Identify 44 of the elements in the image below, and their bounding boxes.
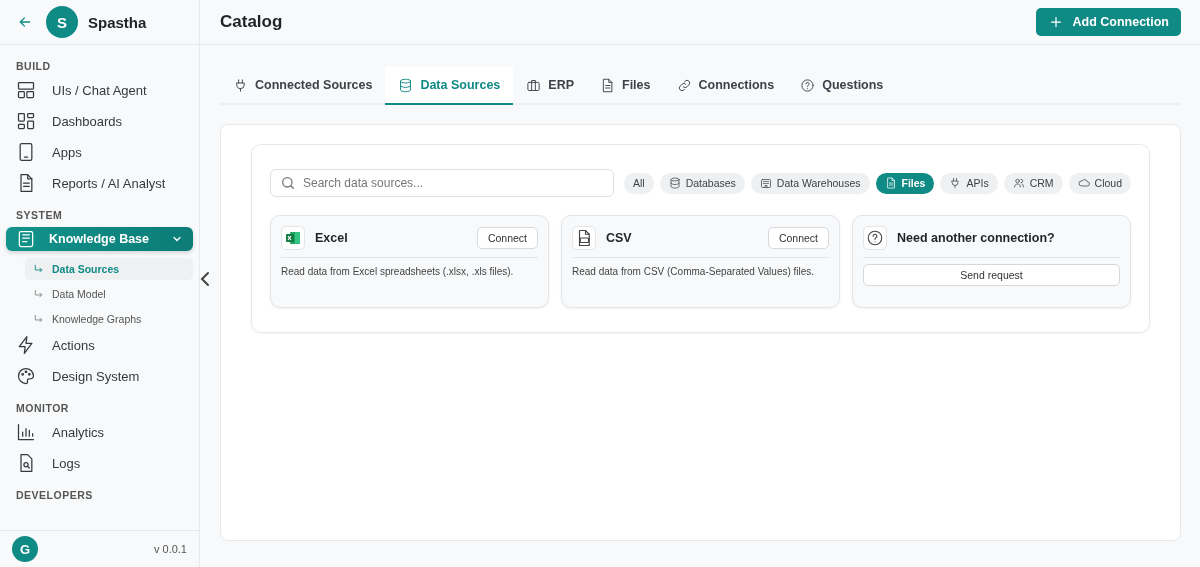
filter-chip[interactable]: All	[624, 172, 654, 194]
tab[interactable]: Data Sources	[385, 67, 514, 105]
tab[interactable]: ERP	[513, 67, 587, 105]
sidebar-item[interactable]: Apps	[6, 140, 193, 164]
sidebar-subitem[interactable]: Data Sources	[25, 258, 193, 280]
send-request-button[interactable]: Send request	[863, 264, 1120, 286]
filter-chip[interactable]: APIs	[940, 172, 998, 194]
sidebar-item[interactable]: Dashboards	[6, 109, 193, 133]
filter-chip[interactable]: Cloud	[1068, 172, 1131, 194]
section-heading: BUILD	[15, 59, 52, 74]
tab[interactable]: Connected Sources	[220, 67, 386, 105]
version-label: v 0.0.1	[153, 543, 187, 555]
section-heading: DEVELOPERS	[15, 488, 94, 503]
add-connection-button[interactable]: Add Connection	[1036, 8, 1181, 36]
filter-chip[interactable]: Databases	[659, 172, 745, 194]
filter-chip[interactable]: Files	[875, 172, 935, 194]
sidebar-item[interactable]: UIs / Chat Agent	[6, 78, 193, 102]
sidebar-item[interactable]: Knowledge Base	[6, 227, 193, 251]
section-heading: SYSTEM	[15, 208, 64, 223]
sidebar-subitem[interactable]: Knowledge Graphs	[25, 308, 193, 330]
sidebar-item[interactable]: Reports / AI Analyst	[6, 171, 193, 195]
filter-chip[interactable]: Data Warehouses	[750, 172, 870, 194]
filter-chip[interactable]: CRM	[1003, 172, 1063, 194]
tab[interactable]: Questions	[787, 67, 897, 105]
tab[interactable]: Files	[587, 67, 664, 105]
card-title: CSV	[606, 231, 633, 245]
card-title: Excel	[315, 231, 349, 245]
sidebar-item[interactable]: Actions	[6, 333, 193, 357]
user-avatar[interactable]: G	[12, 536, 38, 562]
card-description: Read data from Excel spreadsheets (.xlsx, .xls files).	[281, 266, 515, 277]
sidebar-item[interactable]: Logs	[6, 451, 193, 475]
connect-button[interactable]: Connect	[767, 227, 829, 249]
connect-button[interactable]: Connect	[476, 227, 538, 249]
card-description: Read data from CSV (Comma-Separated Values) files.	[572, 266, 816, 277]
sidebar-item[interactable]: Analytics	[6, 420, 193, 444]
page-title: Catalog	[220, 12, 283, 32]
sidebar-subitem[interactable]: Data Model	[25, 283, 193, 305]
tab[interactable]: Connections	[663, 67, 788, 105]
search-field[interactable]: Search data sources...	[270, 169, 614, 197]
workspace-avatar: S	[46, 6, 78, 38]
section-heading: MONITOR	[15, 401, 70, 416]
sidebar-item[interactable]: Design System	[6, 364, 193, 388]
card-title: Need another connection?	[897, 231, 1056, 245]
workspace-name: Spastha	[88, 13, 147, 31]
